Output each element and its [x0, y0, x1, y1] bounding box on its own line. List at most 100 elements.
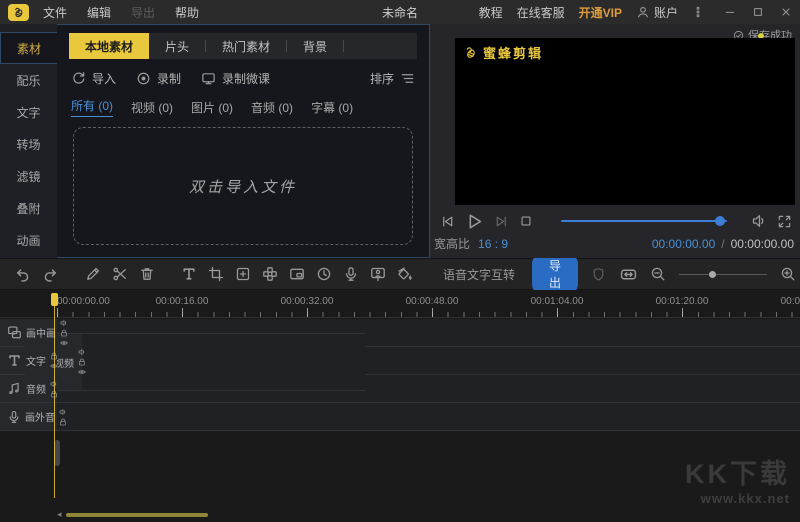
ruler-label: 00:01:04.00 [531, 296, 584, 307]
sidebar-item-transition[interactable]: 转场 [0, 128, 57, 160]
mosaic-tool-icon[interactable] [262, 265, 278, 283]
filter-audio[interactable]: 音频 (0) [251, 99, 293, 116]
voiceover-mic-icon[interactable] [343, 265, 359, 283]
speed-clock-icon[interactable] [316, 265, 332, 283]
fullscreen-icon[interactable] [777, 214, 792, 229]
vip-link[interactable]: 开通VIP [579, 4, 622, 21]
pip-tool-icon[interactable] [289, 265, 305, 283]
track-lane-voiceover[interactable] [57, 403, 800, 430]
presenter-tool-icon[interactable] [370, 265, 386, 283]
track-volume-icon[interactable] [78, 348, 86, 356]
maximize-button[interactable] [752, 6, 764, 18]
support-link[interactable]: 在线客服 [517, 4, 565, 21]
timeline-zoom-slider[interactable] [679, 269, 767, 279]
track-row-voiceover: 画外音 [0, 403, 800, 431]
track-visibility-icon[interactable] [78, 368, 86, 376]
record-icon [136, 71, 151, 86]
previous-frame-button[interactable] [440, 214, 455, 229]
media-panel: 本地素材 片头 热门素材 背景 导入 [57, 24, 430, 258]
filter-subtitle[interactable]: 字幕 (0) [311, 99, 353, 116]
account-button[interactable]: 账户 [636, 4, 678, 21]
track-label: 画中画 [26, 325, 56, 340]
tab-background[interactable]: 背景 [287, 33, 343, 59]
split-scissors-icon[interactable] [112, 265, 128, 283]
filter-all[interactable]: 所有 (0) [71, 97, 113, 117]
screen-record-icon [201, 71, 216, 86]
menu-edit[interactable]: 编辑 [87, 4, 111, 21]
sidebar-item-text[interactable]: 文字 [0, 96, 57, 128]
ruler-label: 00:00:32.00 [281, 296, 334, 307]
tab-divider [343, 40, 344, 52]
menu-file[interactable]: 文件 [43, 4, 67, 21]
ruler-label: 00:00:48.00 [406, 296, 459, 307]
record-button[interactable]: 录制 [136, 70, 181, 87]
text-tool-icon[interactable] [181, 265, 197, 283]
track-header-voiceover[interactable]: 画外音 [0, 403, 57, 430]
record-lesson-button[interactable]: 录制微课 [201, 70, 270, 87]
track-lane-video[interactable] [82, 334, 365, 390]
dropzone-hint: 双击导入文件 [189, 176, 297, 197]
sidebar-item-overlay[interactable]: 叠附 [0, 192, 57, 224]
sidebar-item-media[interactable]: 素材 [0, 32, 57, 64]
track-lock-icon[interactable] [60, 329, 68, 337]
edit-pencil-icon[interactable] [85, 265, 101, 283]
seek-thumb[interactable] [715, 216, 725, 226]
ruler-label: 00:01:20.00 [656, 296, 709, 307]
stop-button[interactable] [519, 214, 533, 228]
filter-image[interactable]: 图片 (0) [191, 99, 233, 116]
scroll-left-arrow[interactable]: ◂ [57, 509, 62, 520]
seek-track [561, 220, 727, 222]
filter-video[interactable]: 视频 (0) [131, 99, 173, 116]
track-lock-icon[interactable] [78, 358, 86, 366]
aspect-ratio-value[interactable]: 16 : 9 [478, 237, 508, 251]
video-viewport[interactable]: 蜜蜂剪辑 [455, 38, 795, 205]
menu-export[interactable]: 导出 [131, 4, 155, 21]
sidebar-item-music[interactable]: 配乐 [0, 64, 57, 96]
timeline-ruler[interactable]: 00:00:00.00 00:00:16.00 00:00:32.00 00:0… [0, 290, 800, 318]
zoom-clip-icon[interactable] [235, 265, 251, 283]
zoom-out-icon[interactable] [649, 265, 667, 283]
play-button[interactable] [465, 212, 484, 231]
timeline: 00:00:00.00 00:00:16.00 00:00:32.00 00:0… [0, 290, 800, 522]
seek-slider[interactable] [561, 216, 727, 226]
zoom-in-icon[interactable] [779, 265, 797, 283]
total-timecode: 00:00:00.00 [731, 237, 794, 251]
track-header-pip[interactable]: 画中画 [0, 319, 57, 346]
track-row-video: 视频 [25, 333, 365, 391]
track-volume-icon[interactable] [59, 408, 67, 416]
import-button[interactable]: 导入 [71, 70, 116, 87]
sort-button[interactable]: 排序 [370, 70, 415, 87]
magnet-snap-icon[interactable] [589, 265, 607, 283]
playhead-line [54, 305, 55, 498]
export-button[interactable]: 导出 [532, 253, 578, 295]
track-visibility-icon[interactable] [60, 339, 68, 347]
sidebar-item-animation[interactable]: 动画 [0, 224, 57, 256]
tab-intro[interactable]: 片头 [149, 33, 205, 59]
track-lock-icon[interactable] [59, 418, 67, 426]
next-frame-button[interactable] [494, 214, 509, 229]
bee-logo-icon[interactable] [8, 4, 29, 21]
crop-tool-icon[interactable] [208, 265, 224, 283]
track-header-audio[interactable]: 音频 [0, 375, 57, 402]
more-menu-icon[interactable] [692, 5, 704, 19]
sidebar-item-filter[interactable]: 滤镜 [0, 160, 57, 192]
tab-local-media[interactable]: 本地素材 [69, 33, 149, 59]
ruler-label: 00:01:36.00 [781, 296, 800, 307]
volume-icon[interactable] [751, 213, 767, 229]
menu-help[interactable]: 帮助 [175, 4, 199, 21]
tutorial-link[interactable]: 教程 [479, 4, 503, 21]
undo-icon[interactable] [14, 265, 31, 283]
close-button[interactable] [780, 6, 792, 18]
import-dropzone[interactable]: 双击导入文件 [73, 127, 413, 245]
delete-trash-icon[interactable] [139, 265, 155, 283]
minimize-button[interactable] [724, 6, 736, 18]
color-fill-icon[interactable] [397, 265, 413, 283]
fit-timeline-icon[interactable] [619, 265, 637, 283]
horizontal-scrollbar[interactable] [66, 513, 208, 517]
track-volume-icon[interactable] [60, 319, 68, 327]
redo-icon[interactable] [42, 265, 59, 283]
zoom-slider-thumb[interactable] [709, 271, 716, 278]
speech-text-convert-button[interactable]: 语音文字互转 [443, 266, 515, 283]
tab-hot-media[interactable]: 热门素材 [206, 33, 286, 59]
track-header-text[interactable]: 文字 [0, 347, 57, 374]
